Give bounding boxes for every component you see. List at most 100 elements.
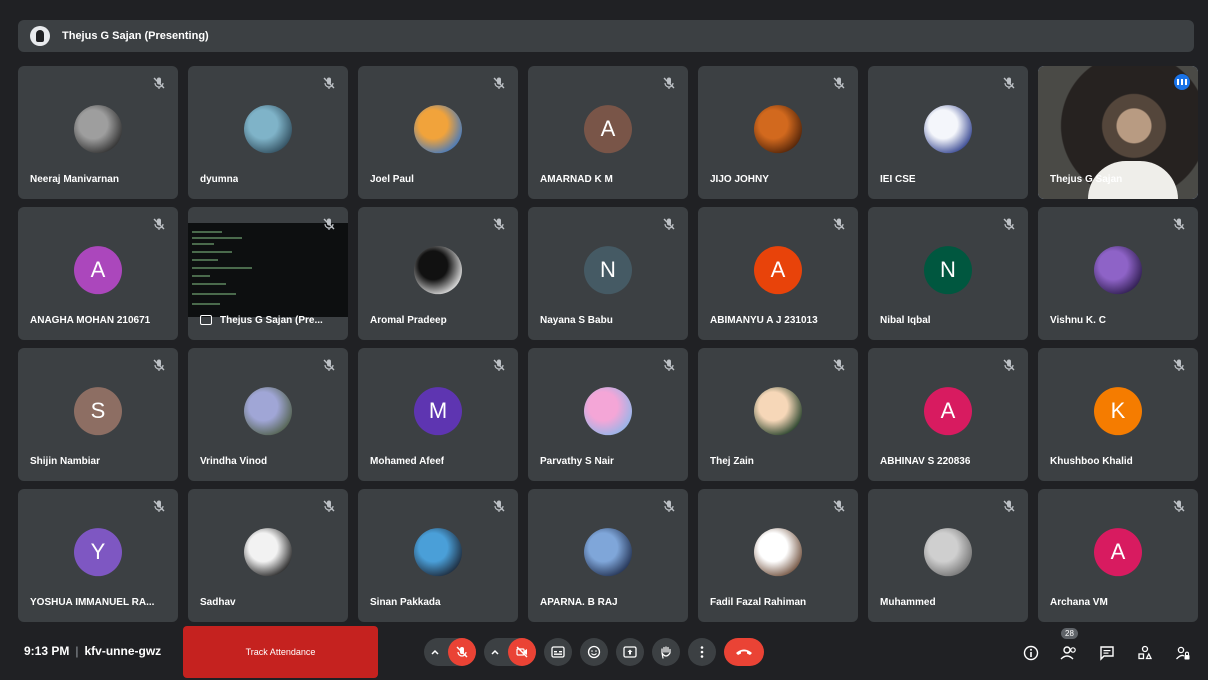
more-options-icon[interactable] [688, 638, 716, 666]
participant-name: Mohamed Afeef [370, 456, 444, 467]
participant-tile[interactable]: A ANAGHA MOHAN 210671 [18, 207, 178, 340]
participant-name: Sadhav [200, 597, 236, 608]
participant-tile[interactable]: A ABIMANYU A J 231013 [698, 207, 858, 340]
participant-avatar: A [1094, 527, 1142, 576]
participant-tile[interactable]: A Archana VM [1038, 489, 1198, 622]
participant-tile[interactable]: A ABHINAV S 220836 [868, 348, 1028, 481]
info-icon[interactable] [1020, 642, 1042, 664]
participant-avatar: A [754, 245, 802, 294]
mic-muted-icon [1172, 499, 1186, 513]
meeting-code: kfv-unne-gwz [84, 644, 162, 658]
participant-tile[interactable]: Fadil Fazal Rahiman [698, 489, 858, 622]
participant-name: ABIMANYU A J 231013 [710, 315, 818, 326]
participant-name-text: Vishnu K. C [1050, 315, 1106, 326]
participant-tile[interactable]: N Nayana S Babu [528, 207, 688, 340]
camera-control[interactable] [484, 638, 536, 666]
present-screen-icon[interactable] [616, 638, 644, 666]
presenter-avatar-icon [30, 26, 50, 46]
mic-control[interactable] [424, 638, 476, 666]
participant-tile[interactable]: JIJO JOHNY [698, 66, 858, 199]
mic-muted-icon [662, 76, 676, 90]
participant-tile[interactable]: IEI CSE [868, 66, 1028, 199]
mic-muted-icon [1002, 499, 1016, 513]
participant-tile[interactable]: Thejus G Sajan (Pre... [188, 207, 348, 340]
call-controls [424, 638, 772, 666]
participant-name-text: Thejus G Sajan (Pre... [220, 315, 323, 326]
participant-avatar [754, 386, 802, 435]
participant-name: Joel Paul [370, 174, 414, 185]
participant-tile[interactable]: APARNA. B RAJ [528, 489, 688, 622]
participant-tile[interactable]: Thejus G Sajan [1038, 66, 1198, 199]
participant-avatar: N [924, 245, 972, 294]
raise-hand-icon[interactable] [652, 638, 680, 666]
terminal-line [192, 259, 218, 261]
participant-tile[interactable]: Neeraj Manivarnan [18, 66, 178, 199]
mic-muted-icon [492, 358, 506, 372]
participant-tile[interactable]: Parvathy S Nair [528, 348, 688, 481]
participant-name-text: ABIMANYU A J 231013 [710, 315, 818, 326]
participant-tile[interactable]: Aromal Pradeep [358, 207, 518, 340]
chat-icon[interactable] [1096, 642, 1118, 664]
mic-muted-icon [492, 217, 506, 231]
participant-avatar [244, 527, 292, 576]
mic-muted-icon [322, 358, 336, 372]
participant-name-text: Nibal Iqbal [880, 315, 931, 326]
terminal-line [192, 237, 242, 239]
participant-tile[interactable]: Thej Zain [698, 348, 858, 481]
chevron-up-icon[interactable] [490, 647, 500, 657]
participant-name-text: Fadil Fazal Rahiman [710, 597, 807, 608]
participant-tile[interactable]: S Shijin Nambiar [18, 348, 178, 481]
participant-avatar: Y [74, 527, 122, 576]
participant-tile[interactable]: K Khushboo Khalid [1038, 348, 1198, 481]
screen-share-preview [188, 223, 348, 317]
participant-tile[interactable]: Muhammed [868, 489, 1028, 622]
participant-tile[interactable]: A AMARNAD K M [528, 66, 688, 199]
terminal-line [192, 251, 232, 253]
participant-name-text: ANAGHA MOHAN 210671 [30, 315, 151, 326]
separator: | [75, 644, 79, 658]
participant-name: Thej Zain [710, 456, 754, 467]
emoji-icon[interactable] [580, 638, 608, 666]
camera-off-icon[interactable] [508, 638, 536, 666]
participant-name-text: JIJO JOHNY [710, 174, 769, 185]
participant-tile[interactable]: Sinan Pakkada [358, 489, 518, 622]
terminal-line [192, 267, 252, 269]
meeting-info: 9:13 PM | kfv-unne-gwz [24, 644, 161, 658]
participant-avatar [244, 104, 292, 153]
chevron-up-icon[interactable] [430, 647, 440, 657]
participant-name: Thejus G Sajan [1050, 174, 1122, 185]
mic-muted-icon [492, 499, 506, 513]
speaking-indicator-icon [1174, 74, 1190, 90]
participant-avatar: N [584, 245, 632, 294]
participant-tile[interactable]: dyumna [188, 66, 348, 199]
lock-person-icon[interactable] [1172, 642, 1194, 664]
people-icon[interactable]: 28 [1058, 628, 1080, 664]
participant-name-text: Thej Zain [710, 456, 754, 467]
participant-tile[interactable]: Sadhav [188, 489, 348, 622]
mic-off-icon[interactable] [448, 638, 476, 666]
participant-tile[interactable]: Y YOSHUA IMMANUEL RA... [18, 489, 178, 622]
participant-name: Thejus G Sajan (Pre... [200, 315, 323, 326]
participant-tile[interactable]: N Nibal Iqbal [868, 207, 1028, 340]
participant-avatar [754, 527, 802, 576]
mic-muted-icon [152, 358, 166, 372]
participant-name: Shijin Nambiar [30, 456, 100, 467]
participant-name: dyumna [200, 174, 238, 185]
participant-avatar [414, 104, 462, 153]
participant-avatar: M [414, 386, 462, 435]
track-attendance-button[interactable]: Track Attendance [183, 626, 378, 678]
participant-tile[interactable]: Vrindha Vinod [188, 348, 348, 481]
participant-name-text: Sadhav [200, 597, 236, 608]
participant-tile[interactable]: Joel Paul [358, 66, 518, 199]
participant-avatar: A [584, 104, 632, 153]
participant-tile[interactable]: M Mohamed Afeef [358, 348, 518, 481]
hangup-icon[interactable] [724, 638, 764, 666]
terminal-line [192, 231, 222, 233]
participant-avatar: A [74, 245, 122, 294]
participant-avatar [244, 386, 292, 435]
captions-icon[interactable] [544, 638, 572, 666]
participant-tile[interactable]: Vishnu K. C [1038, 207, 1198, 340]
participant-name: IEI CSE [880, 174, 916, 185]
activities-icon[interactable] [1134, 642, 1156, 664]
participant-grid: Neeraj Manivarnan dyumna Joel Paul A AMARNAD… [18, 66, 1198, 622]
